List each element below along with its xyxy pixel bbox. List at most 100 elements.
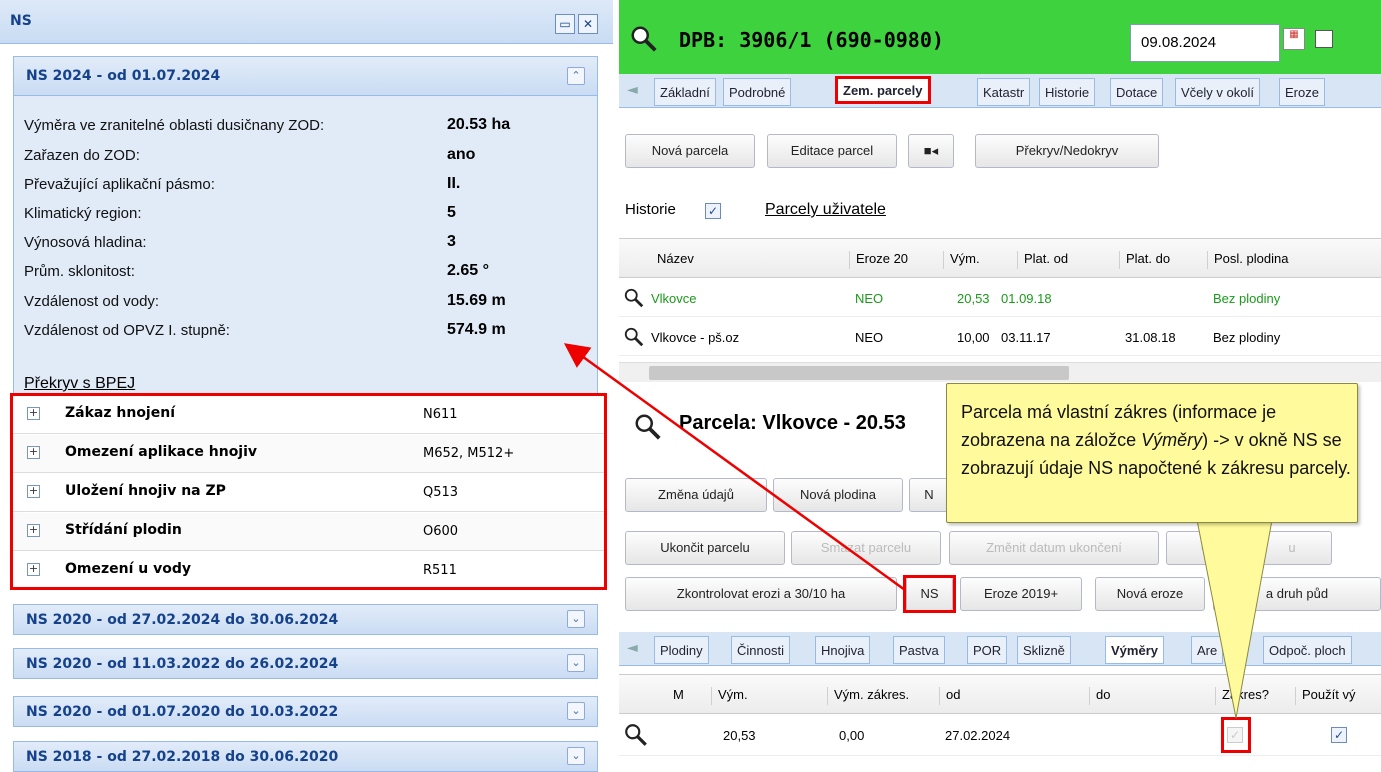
new-parcel-button[interactable]: Nová parcela: [625, 134, 755, 168]
user-parcels-link[interactable]: Parcely uživatele: [765, 201, 886, 219]
tab-plodiny[interactable]: Plodiny: [654, 636, 709, 664]
bpej-overlap-link[interactable]: Překryv s BPEJ: [24, 375, 135, 393]
info-value: 15.69 m: [447, 292, 506, 309]
ns-section-header[interactable]: NS 2020 - od 27.02.2024 do 30.06.2024 ⌄: [13, 604, 598, 635]
col-od[interactable]: od: [939, 687, 960, 705]
history-checkbox[interactable]: ✓: [705, 203, 721, 219]
tab-dotace[interactable]: Dotace: [1110, 78, 1164, 106]
tab-zem-parcely[interactable]: Zem. parcely: [835, 76, 931, 104]
bpej-row[interactable]: + Omezení aplikace hnojiv M652, M512+: [13, 435, 604, 473]
table-row[interactable]: Vlkovce NEO 20,53 01.09.18 Bez plodiny: [619, 279, 1381, 317]
col-eroze[interactable]: Eroze 20: [849, 251, 908, 269]
soil-type-button[interactable]: a druh půd: [1213, 577, 1381, 611]
tab-podrobne[interactable]: Podrobné: [723, 78, 792, 106]
col-plat-do[interactable]: Plat. do: [1119, 251, 1170, 269]
expand-icon[interactable]: +: [27, 407, 40, 420]
expand-icon[interactable]: +: [27, 485, 40, 498]
ns-section-header[interactable]: NS 2020 - od 01.07.2020 do 10.03.2022 ⌄: [13, 696, 598, 727]
bpej-name: Omezení u vody: [65, 561, 191, 577]
magnifier-icon[interactable]: [623, 326, 645, 348]
tab-vymery[interactable]: Výměry: [1105, 636, 1164, 664]
dpb-checkbox[interactable]: [1315, 30, 1333, 48]
scrollbar-thumb[interactable]: [649, 366, 1069, 380]
col-plat-od[interactable]: Plat. od: [1017, 251, 1068, 269]
check-erosion-button[interactable]: Zkontrolovat erozi a 30/10 ha: [625, 577, 897, 611]
expand-icon[interactable]: +: [27, 446, 40, 459]
tab-pastva[interactable]: Pastva: [893, 636, 945, 664]
expand-icon[interactable]: +: [27, 524, 40, 537]
bpej-row[interactable]: + Uložení hnojiv na ZP Q513: [13, 474, 604, 512]
scroll-left-icon[interactable]: ◄: [627, 82, 638, 98]
table-row[interactable]: Vlkovce - pš.oz NEO 10,00 03.11.17 31.08…: [619, 318, 1381, 356]
horizontal-scrollbar[interactable]: [619, 362, 1381, 382]
tab-are[interactable]: Are: [1191, 636, 1224, 664]
overlap-button[interactable]: Překryv/Nedokryv: [975, 134, 1159, 168]
magnifier-icon[interactable]: [623, 287, 645, 309]
col-vym-zakres[interactable]: Vým. zákres.: [827, 687, 909, 705]
cell-vym: 10,00: [957, 330, 990, 345]
end-parcel-button[interactable]: Ukončit parcelu: [625, 531, 785, 565]
tab-hnojiva[interactable]: Hnojiva: [815, 636, 871, 664]
tab-cinnosti[interactable]: Činnosti: [731, 636, 790, 664]
col-vym[interactable]: Vým.: [711, 687, 748, 705]
camera-button[interactable]: ■◂: [908, 134, 954, 168]
parcela-button[interactable]: N: [909, 478, 949, 512]
expand-icon[interactable]: ⌄: [567, 610, 585, 628]
scroll-left-icon[interactable]: ◄: [627, 640, 638, 656]
expand-icon[interactable]: ⌄: [567, 702, 585, 720]
tab-zakladni[interactable]: Základní: [654, 78, 716, 106]
edit-parcels-button[interactable]: Editace parcel: [767, 134, 897, 168]
table-row[interactable]: 20,53 0,00 27.02.2024 ✓ ✓: [619, 716, 1381, 756]
tab-sklizne[interactable]: Sklizně: [1017, 636, 1071, 664]
ns-panel-header: NS ▭ ✕: [0, 0, 613, 44]
col-pouzit[interactable]: Použít vý: [1295, 687, 1355, 705]
tab-eroze[interactable]: Eroze: [1279, 78, 1325, 106]
ns-section-header[interactable]: NS 2020 - od 11.03.2022 do 26.02.2024 ⌄: [13, 648, 598, 679]
tab-vcely[interactable]: Včely v okolí: [1175, 78, 1260, 106]
delete-parcel-button[interactable]: Smazat parcelu: [791, 531, 941, 565]
dpb-tabbar: ◄ Základní Podrobné Zem. parcely Katastr…: [619, 74, 1381, 108]
cell-plat-do: 31.08.18: [1125, 330, 1176, 345]
ns-button-highlight: [903, 575, 956, 613]
cell-plodina: Bez plodiny: [1213, 291, 1281, 306]
calendar-icon[interactable]: ▦: [1283, 28, 1305, 50]
bpej-row[interactable]: + Omezení u vody R511: [13, 552, 604, 590]
use-area-checkbox[interactable]: ✓: [1331, 727, 1347, 743]
parcela-button[interactable]: u: [1252, 531, 1332, 565]
expand-icon[interactable]: +: [27, 563, 40, 576]
magnifier-icon[interactable]: [629, 24, 659, 54]
col-posl-plodina[interactable]: Posl. plodina: [1207, 251, 1288, 269]
cell-od: 27.02.2024: [945, 728, 1011, 743]
parcela-button[interactable]: O: [1166, 531, 1246, 565]
col-zakres[interactable]: Zákres?: [1215, 687, 1269, 705]
bpej-code: O600: [423, 524, 459, 539]
ns-section-2024-header[interactable]: NS 2024 - od 01.07.2024 ⌃: [13, 56, 598, 96]
col-do[interactable]: do: [1089, 687, 1110, 705]
eroze-2019-button[interactable]: Eroze 2019+: [960, 577, 1082, 611]
tab-odpoc-ploch[interactable]: Odpoč. ploch: [1263, 636, 1352, 664]
col-m[interactable]: M: [667, 687, 684, 705]
tab-historie[interactable]: Historie: [1039, 78, 1096, 106]
col-nazev[interactable]: Název: [651, 251, 694, 269]
dpb-header: DPB: 3906/1 (690-0980) 09.08.2024 ▦: [619, 0, 1381, 82]
bpej-row[interactable]: + Střídání plodin O600: [13, 513, 604, 551]
expand-icon[interactable]: ⌄: [567, 747, 585, 765]
magnifier-icon[interactable]: [633, 412, 663, 442]
magnifier-icon[interactable]: [623, 722, 649, 748]
tab-katastr[interactable]: Katastr: [977, 78, 1031, 106]
change-data-button[interactable]: Změna údajů: [625, 478, 767, 512]
expand-icon[interactable]: ⌄: [567, 654, 585, 672]
col-vym[interactable]: Vým.: [943, 251, 980, 269]
close-icon[interactable]: ✕: [578, 14, 598, 34]
date-field[interactable]: 09.08.2024: [1130, 24, 1280, 62]
tab-por[interactable]: POR: [967, 636, 1008, 664]
collapse-icon[interactable]: ⌃: [567, 67, 585, 85]
history-label: Historie: [625, 201, 676, 218]
bpej-row[interactable]: + Zákaz hnojení N611: [13, 396, 604, 434]
change-end-date-button[interactable]: Změnit datum ukončení: [949, 531, 1159, 565]
new-crop-button[interactable]: Nová plodina: [773, 478, 903, 512]
ns-section-header[interactable]: NS 2018 - od 27.02.2018 do 30.06.2020 ⌄: [13, 741, 598, 772]
new-erosion-button[interactable]: Nová eroze: [1095, 577, 1205, 611]
maximize-icon[interactable]: ▭: [555, 14, 575, 34]
info-value: 3: [447, 233, 456, 250]
